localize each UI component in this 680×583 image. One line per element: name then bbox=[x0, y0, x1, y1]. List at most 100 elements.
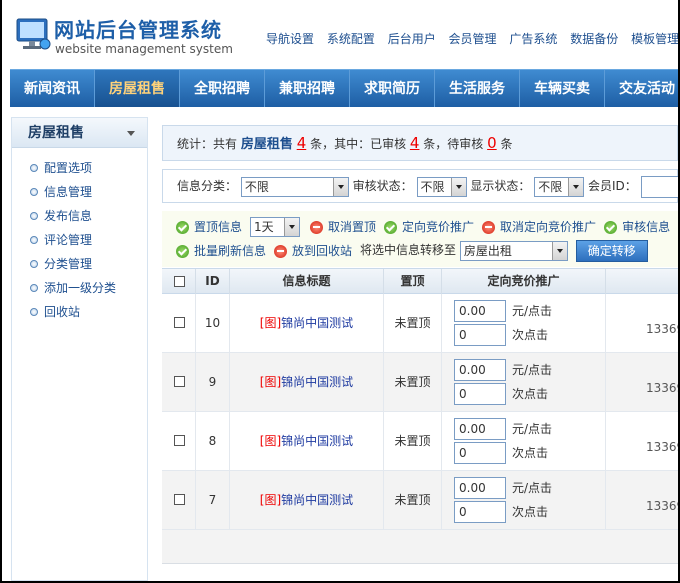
chevron-down-icon bbox=[568, 177, 584, 196]
row-id: 7 bbox=[208, 493, 217, 507]
pin-duration-select[interactable]: 1天 bbox=[250, 216, 301, 237]
picture-tag: [图] bbox=[259, 493, 282, 507]
picture-tag: [图] bbox=[259, 316, 282, 330]
chevron-down-icon bbox=[450, 177, 466, 196]
table-row: 9 [图]锦尚中国测试 未置顶 0.00 元/点击 0 次点击 13369 bbox=[162, 353, 678, 412]
toplink-nav-settings[interactable]: 导航设置 bbox=[266, 30, 314, 47]
chevron-down-icon bbox=[332, 177, 348, 196]
row-title-link[interactable]: [图]锦尚中国测试 bbox=[230, 353, 383, 411]
sidebar-item-recycle-bin[interactable]: 回收站 bbox=[12, 300, 147, 324]
sidebar-item-comments[interactable]: 评论管理 bbox=[12, 228, 147, 252]
stats-sep1: 条，其中：已审核 bbox=[310, 137, 407, 151]
cancel-targeted-bid-action[interactable]: 取消定向竞价推广 bbox=[482, 215, 596, 239]
sidebar-item-config[interactable]: 配置选项 bbox=[12, 156, 147, 180]
bid-clicks-input[interactable]: 0 bbox=[454, 383, 506, 405]
sidebar-list: 配置选项 信息管理 发布信息 评论管理 分类管理 添加一级分类 回收站 bbox=[12, 148, 147, 324]
bid-price-input[interactable]: 0.00 bbox=[454, 359, 506, 381]
confirm-move-button[interactable]: 确定转移 bbox=[575, 239, 648, 262]
toplink-ad-system[interactable]: 广告系统 bbox=[509, 30, 557, 47]
review-info-action[interactable]: 审核信息 bbox=[604, 215, 670, 239]
toplink-system-config[interactable]: 系统配置 bbox=[327, 30, 375, 47]
header-checkbox-cell bbox=[162, 269, 196, 294]
toplink-admin-users[interactable]: 后台用户 bbox=[388, 30, 436, 47]
sidebar-title: 房屋租售 bbox=[28, 125, 84, 141]
bullet-icon bbox=[30, 260, 38, 268]
toplink-template-mgmt[interactable]: 模板管理 bbox=[631, 30, 678, 47]
sidebar-header[interactable]: 房屋租售 bbox=[12, 118, 147, 148]
site-title: 网站后台管理系统 bbox=[54, 18, 222, 42]
row-checkbox[interactable] bbox=[174, 435, 185, 446]
header: 网站后台管理系统 website management system 导航设置 … bbox=[2, 0, 678, 68]
select-all-checkbox[interactable] bbox=[174, 276, 185, 287]
row-title-link[interactable]: [图]锦尚中国测试 bbox=[230, 471, 383, 529]
bid-price-input[interactable]: 0.00 bbox=[454, 300, 506, 322]
chevron-down-icon[interactable] bbox=[127, 131, 135, 136]
bid-price-input[interactable]: 0.00 bbox=[454, 477, 506, 499]
top-links: 导航设置 系统配置 后台用户 会员管理 广告系统 数据备份 模板管理 检 bbox=[266, 30, 678, 50]
row-title-link[interactable]: [图]锦尚中国测试 bbox=[230, 294, 383, 352]
stats-prefix: 统计：共有 bbox=[177, 137, 238, 151]
row-checkbox[interactable] bbox=[174, 376, 185, 387]
sidebar-item-info-mgmt[interactable]: 信息管理 bbox=[12, 180, 147, 204]
row-checkbox[interactable] bbox=[174, 317, 185, 328]
toplink-member-mgmt[interactable]: 会员管理 bbox=[449, 30, 497, 47]
header-extra bbox=[606, 269, 678, 294]
review-filter-select[interactable]: 不限 bbox=[416, 176, 467, 197]
picture-tag: [图] bbox=[259, 434, 282, 448]
chevron-down-icon bbox=[551, 241, 567, 260]
bid-clicks-input[interactable]: 0 bbox=[454, 324, 506, 346]
info-table: ID 信息标题 置顶 定向竞价推广 10 [图]锦尚中国测试 未置顶 0.00 … bbox=[162, 268, 678, 564]
check-circle-icon bbox=[384, 220, 398, 234]
table-row: 7 [图]锦尚中国测试 未置顶 0.00 元/点击 0 次点击 13369 bbox=[162, 471, 678, 530]
nav-life-services[interactable]: 生活服务 bbox=[435, 70, 520, 107]
minus-circle-icon bbox=[310, 220, 324, 234]
sidebar-item-publish[interactable]: 发布信息 bbox=[12, 204, 147, 228]
sidebar-item-categories[interactable]: 分类管理 bbox=[12, 252, 147, 276]
row-title-link[interactable]: [图]锦尚中国测试 bbox=[230, 412, 383, 470]
sidebar-item-add-category[interactable]: 添加一级分类 bbox=[12, 276, 147, 300]
stats-total[interactable]: 4 bbox=[297, 134, 307, 152]
move-to-recycle-action[interactable]: 放到回收站 bbox=[274, 239, 352, 263]
nav-vehicles[interactable]: 车辆买卖 bbox=[520, 70, 605, 107]
bullet-icon bbox=[30, 164, 38, 172]
stats-sep2: 条，待审核 bbox=[423, 137, 484, 151]
row-id: 9 bbox=[208, 375, 217, 389]
header-promo: 定向竞价推广 bbox=[442, 269, 606, 294]
bid-clicks-input[interactable]: 0 bbox=[454, 501, 506, 523]
nav-fulltime-jobs[interactable]: 全职招聘 bbox=[180, 70, 265, 107]
pin-info-action[interactable]: 置顶信息 bbox=[176, 215, 242, 239]
nav-parttime-jobs[interactable]: 兼职招聘 bbox=[265, 70, 350, 107]
row-id: 10 bbox=[204, 316, 221, 330]
nav-news[interactable]: 新闻资讯 bbox=[10, 70, 95, 107]
stats-reviewed[interactable]: 4 bbox=[410, 134, 420, 152]
main-nav: 新闻资讯 房屋租售 全职招聘 兼职招聘 求职简历 生活服务 车辆买卖 交友活动 bbox=[10, 69, 678, 107]
computer-logo-icon bbox=[16, 18, 51, 50]
row-pin-status: 未置顶 bbox=[394, 316, 431, 330]
stats-pending[interactable]: 0 bbox=[487, 134, 497, 152]
nav-housing[interactable]: 房屋租售 bbox=[95, 70, 180, 107]
bid-price-unit: 元/点击 bbox=[512, 363, 553, 377]
row-extra-value: 13369 bbox=[646, 499, 678, 513]
check-circle-icon bbox=[604, 220, 618, 234]
display-filter-select[interactable]: 不限 bbox=[534, 176, 585, 197]
toplink-data-backup[interactable]: 数据备份 bbox=[570, 30, 618, 47]
row-pin-status: 未置顶 bbox=[394, 434, 431, 448]
bid-price-input[interactable]: 0.00 bbox=[454, 418, 506, 440]
unpin-action[interactable]: 取消置顶 bbox=[310, 215, 376, 239]
targeted-bid-action[interactable]: 定向竞价推广 bbox=[384, 215, 474, 239]
bullet-icon bbox=[30, 188, 38, 196]
bid-clicks-unit: 次点击 bbox=[512, 328, 549, 342]
row-id: 8 bbox=[208, 434, 217, 448]
member-id-input[interactable] bbox=[640, 175, 678, 198]
bid-clicks-input[interactable]: 0 bbox=[454, 442, 506, 464]
main-content: 统计：共有 房屋租售 4 条，其中：已审核 4 条，待审核 0 条 信息分类： … bbox=[160, 117, 678, 581]
category-filter-select[interactable]: 不限 bbox=[240, 176, 349, 197]
batch-refresh-action[interactable]: 批量刷新信息 bbox=[176, 239, 266, 263]
stats-bar: 统计：共有 房屋租售 4 条，其中：已审核 4 条，待审核 0 条 bbox=[162, 125, 678, 161]
nav-resumes[interactable]: 求职简历 bbox=[350, 70, 435, 107]
minus-circle-icon bbox=[274, 244, 288, 258]
action-row-2: 批量刷新信息 放到回收站 将选中信息转移至 房屋出租 确定转移 bbox=[162, 238, 648, 262]
row-checkbox[interactable] bbox=[174, 494, 185, 505]
move-target-select[interactable]: 房屋出租 bbox=[459, 240, 568, 261]
nav-dating[interactable]: 交友活动 bbox=[605, 70, 678, 107]
